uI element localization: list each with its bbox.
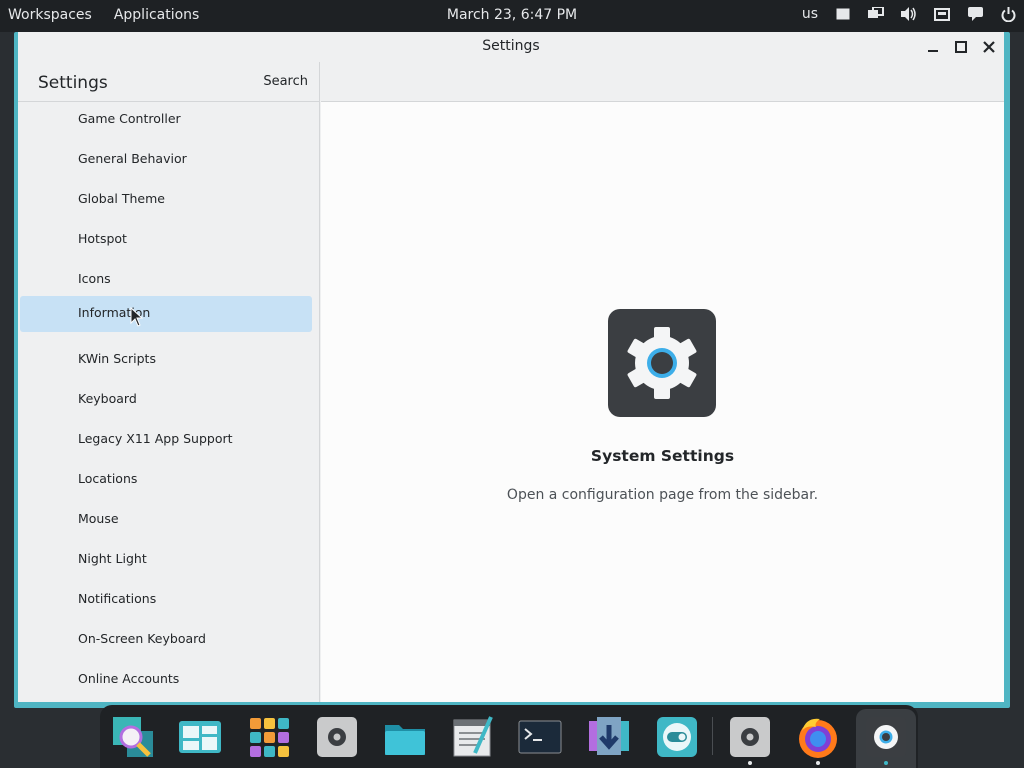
settings-window: Settings Settings Search Game Controller… xyxy=(14,32,1010,708)
system-settings-icon[interactable] xyxy=(864,715,908,759)
sidebar-item-label: Hotspot xyxy=(78,231,127,246)
top-panel: Workspaces Applications March 23, 6:47 P… xyxy=(0,0,1024,32)
applications-menu-button[interactable]: Applications xyxy=(114,7,200,23)
sidebar-item-label: Icons xyxy=(78,271,111,286)
sidebar-item-global-theme[interactable]: Global Theme xyxy=(20,182,312,218)
sidebar-item-keyboard[interactable]: Keyboard xyxy=(20,382,312,418)
maximize-icon[interactable] xyxy=(952,38,970,56)
sidebar-item-label: Online Accounts xyxy=(78,671,180,686)
placeholder-message: System Settings Open a configuration pag… xyxy=(321,62,1004,702)
settings-running-icon[interactable] xyxy=(728,715,772,759)
dock xyxy=(100,705,918,768)
sidebar-item-label: Game Controller xyxy=(78,111,181,126)
sidebar-item-label: Mouse xyxy=(78,511,119,526)
sidebar-item-icons[interactable]: Icons xyxy=(20,262,312,298)
main-subtitle: Open a configuration page from the sideb… xyxy=(506,487,819,503)
sidebar-item-label: Notifications xyxy=(78,591,157,606)
window-title: Settings xyxy=(482,38,540,54)
sidebar-item-label: General Behavior xyxy=(78,151,187,166)
settings-sidebar: Settings Search Game Controller General … xyxy=(18,62,320,702)
sidebar-item-online-accounts[interactable]: Online Accounts xyxy=(20,662,312,698)
sidebar-item-label: KWin Scripts xyxy=(78,351,156,366)
sidebar-item-notifications[interactable]: Notifications xyxy=(20,582,312,618)
sidebar-item-label: Night Light xyxy=(78,551,147,566)
search-icon[interactable] xyxy=(111,715,155,759)
running-indicator xyxy=(748,761,752,765)
system-settings-gear-icon xyxy=(608,309,716,417)
sidebar-item-kwin-scripts[interactable]: KWin Scripts xyxy=(20,342,312,378)
sidebar-item-label: Keyboard xyxy=(78,391,137,406)
minimize-icon[interactable] xyxy=(924,38,942,56)
sidebar-item-label: Locations xyxy=(78,471,138,486)
sidebar-search-button[interactable]: Search xyxy=(263,74,308,89)
settings-main-pane: System Settings Open a configuration pag… xyxy=(321,62,1004,702)
clock-datetime[interactable]: March 23, 6:47 PM xyxy=(447,7,577,23)
active-indicator xyxy=(884,761,888,765)
sidebar-item-label: Legacy X11 App Support xyxy=(78,431,233,446)
settings-window-body: Settings Settings Search Game Controller… xyxy=(18,32,1004,702)
files-folder-icon[interactable] xyxy=(383,715,427,759)
text-editor-icon[interactable] xyxy=(451,715,495,759)
sidebar-title: Settings xyxy=(38,73,108,93)
workspaces-button[interactable]: Workspaces xyxy=(8,7,92,23)
window-titlebar[interactable]: Settings xyxy=(18,32,1004,62)
volume-icon[interactable] xyxy=(901,6,917,22)
sidebar-item-on-screen-keyboard[interactable]: On-Screen Keyboard xyxy=(20,622,312,658)
sidebar-item-hotspot[interactable]: Hotspot xyxy=(20,222,312,258)
sidebar-item-locations[interactable]: Locations xyxy=(20,462,312,498)
window-switcher-icon[interactable] xyxy=(178,715,222,759)
sidebar-item-label: Global Theme xyxy=(78,191,165,206)
sidebar-item-general-behavior[interactable]: General Behavior xyxy=(20,142,312,178)
sidebar-item-label: On-Screen Keyboard xyxy=(78,631,206,646)
notifications-icon[interactable] xyxy=(967,6,983,22)
power-icon[interactable] xyxy=(1000,6,1016,22)
sidebar-item-night-light[interactable]: Night Light xyxy=(20,542,312,578)
network-icon[interactable] xyxy=(868,6,884,22)
sidebar-item-mouse[interactable]: Mouse xyxy=(20,502,312,538)
display-icon[interactable] xyxy=(934,6,950,22)
dock-separator xyxy=(712,717,713,755)
main-title: System Settings xyxy=(590,447,735,465)
firefox-icon[interactable] xyxy=(796,715,840,759)
sidebar-item-game-controller[interactable]: Game Controller xyxy=(20,102,312,138)
mouse-cursor-icon xyxy=(130,307,144,327)
close-icon[interactable] xyxy=(980,38,998,56)
running-indicator xyxy=(816,761,820,765)
app-grid-icon[interactable] xyxy=(247,715,291,759)
sidebar-item-information[interactable]: Information xyxy=(20,296,312,332)
sidebar-item-legacy-x11-app-support[interactable]: Legacy X11 App Support xyxy=(20,422,312,458)
software-center-icon[interactable] xyxy=(587,715,631,759)
clipboard-icon[interactable] xyxy=(835,6,851,22)
terminal-icon[interactable] xyxy=(518,715,562,759)
toggle-app-icon[interactable] xyxy=(655,715,699,759)
settings-small-icon[interactable] xyxy=(315,715,359,759)
keyboard-layout-indicator[interactable]: us xyxy=(802,6,818,22)
sidebar-header: Settings Search xyxy=(18,62,320,102)
